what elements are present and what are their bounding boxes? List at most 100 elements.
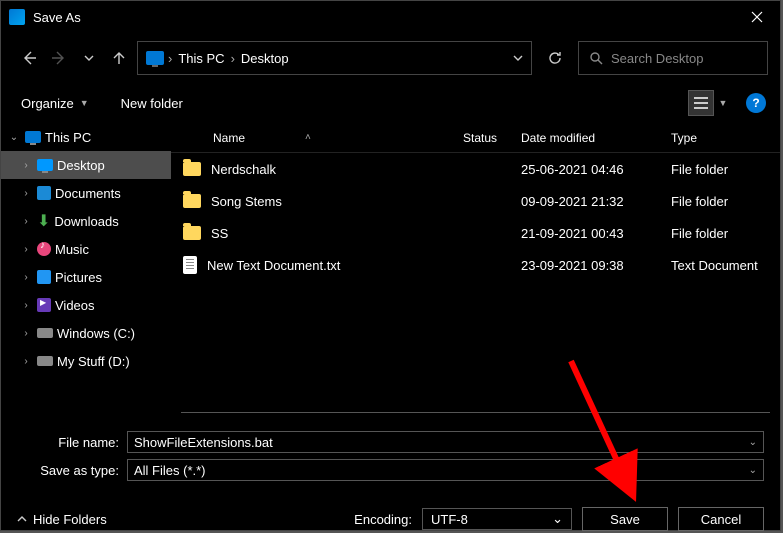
folder-icon	[183, 194, 201, 208]
tree-videos[interactable]: › Videos	[1, 291, 171, 319]
tree-documents[interactable]: › Documents	[1, 179, 171, 207]
file-row[interactable]: Song Stems 09-09-2021 21:32 File folder	[171, 185, 780, 217]
help-button[interactable]: ?	[746, 93, 766, 113]
chevron-down-icon	[84, 53, 94, 63]
file-row[interactable]: Nerdschalk 25-06-2021 04:46 File folder	[171, 153, 780, 185]
this-pc-icon	[146, 51, 164, 65]
file-row[interactable]: New Text Document.txt 23-09-2021 09:38 T…	[171, 249, 780, 281]
forward-button[interactable]	[47, 46, 71, 70]
expand-icon[interactable]: ›	[19, 356, 33, 367]
drive-icon	[37, 328, 53, 338]
search-box[interactable]: Search Desktop	[578, 41, 768, 75]
folder-tree: ⌄ This PC › Desktop › Documents › ⬇ Down…	[1, 123, 171, 421]
file-name: SS	[211, 226, 228, 241]
organize-button[interactable]: Organize ▼	[15, 92, 95, 115]
tree-music[interactable]: › Music	[1, 235, 171, 263]
hide-folders-label: Hide Folders	[33, 512, 107, 527]
column-headers: Name˄ Status Date modified Type	[171, 123, 780, 153]
file-type: Text Document	[649, 258, 780, 273]
expand-icon[interactable]: ›	[19, 244, 33, 255]
cancel-button[interactable]: Cancel	[678, 507, 764, 531]
hide-folders-button[interactable]: Hide Folders	[17, 512, 107, 527]
collapse-icon[interactable]: ⌄	[7, 132, 21, 143]
file-name: Song Stems	[211, 194, 282, 209]
file-date: 21-09-2021 00:43	[499, 226, 649, 241]
chevron-down-icon: ▼	[719, 98, 728, 108]
saveastype-label: Save as type:	[17, 463, 127, 478]
file-type: File folder	[649, 226, 780, 241]
tree-label: Pictures	[55, 270, 102, 285]
file-type: File folder	[649, 194, 780, 209]
search-icon	[589, 51, 603, 65]
up-button[interactable]	[107, 46, 131, 70]
expand-icon[interactable]: ›	[19, 160, 33, 171]
refresh-icon	[547, 50, 563, 66]
videos-icon	[37, 298, 51, 312]
tree-this-pc[interactable]: ⌄ This PC	[1, 123, 171, 151]
tree-label: Documents	[55, 186, 121, 201]
tree-label: Windows (C:)	[57, 326, 135, 341]
text-file-icon	[183, 256, 197, 274]
recent-dropdown[interactable]	[77, 46, 101, 70]
documents-icon	[37, 186, 51, 200]
tree-label: My Stuff (D:)	[57, 354, 130, 369]
scrollbar-track[interactable]	[181, 412, 770, 413]
breadcrumb-this-pc[interactable]: This PC	[176, 51, 226, 66]
chevron-down-icon: ▼	[80, 98, 89, 108]
list-view-icon	[694, 97, 708, 109]
chevron-right-icon: ›	[231, 51, 235, 66]
this-pc-icon	[25, 131, 41, 143]
chevron-down-icon[interactable]: ⌄	[552, 511, 563, 527]
file-date: 09-09-2021 21:32	[499, 194, 649, 209]
filename-combo[interactable]: ⌄	[127, 431, 764, 453]
arrow-up-icon	[111, 50, 127, 66]
saveastype-value: All Files (*.*)	[134, 463, 206, 478]
expand-icon[interactable]: ›	[19, 188, 33, 199]
expand-icon[interactable]: ›	[19, 300, 33, 311]
view-dropdown[interactable]: ▼	[714, 91, 732, 115]
tree-desktop[interactable]: › Desktop	[1, 151, 171, 179]
encoding-combo[interactable]: UTF-8 ⌄	[422, 508, 572, 530]
expand-icon[interactable]: ›	[19, 216, 33, 227]
folder-icon	[183, 226, 201, 240]
save-as-dialog: Save As › This PC › Desktop	[0, 0, 781, 531]
file-date: 23-09-2021 09:38	[499, 258, 649, 273]
nav-row: › This PC › Desktop Search Desktop	[1, 33, 780, 83]
encoding-value: UTF-8	[431, 512, 468, 527]
col-name[interactable]: Name˄	[171, 131, 441, 145]
file-row[interactable]: SS 21-09-2021 00:43 File folder	[171, 217, 780, 249]
file-list: Name˄ Status Date modified Type Nerdscha…	[171, 123, 780, 421]
view-options-button[interactable]	[688, 90, 714, 116]
col-date[interactable]: Date modified	[499, 131, 649, 145]
chevron-right-icon: ›	[168, 51, 172, 66]
address-bar[interactable]: › This PC › Desktop	[137, 41, 532, 75]
breadcrumb-desktop[interactable]: Desktop	[239, 51, 291, 66]
tree-label: Music	[55, 242, 89, 257]
filename-input[interactable]	[134, 435, 749, 450]
tree-drive-c[interactable]: › Windows (C:)	[1, 319, 171, 347]
drive-icon	[37, 356, 53, 366]
tree-label: Downloads	[54, 214, 118, 229]
saveastype-combo[interactable]: All Files (*.*) ⌄	[127, 459, 764, 481]
search-placeholder: Search Desktop	[611, 51, 704, 66]
new-folder-button[interactable]: New folder	[115, 92, 189, 115]
dialog-footer: Hide Folders Encoding: UTF-8 ⌄ Save Canc…	[1, 487, 780, 531]
tree-drive-d[interactable]: › My Stuff (D:)	[1, 347, 171, 375]
chevron-down-icon[interactable]: ⌄	[749, 437, 757, 448]
music-icon	[37, 242, 51, 256]
app-icon	[9, 9, 25, 25]
tree-pictures[interactable]: › Pictures	[1, 263, 171, 291]
chevron-down-icon[interactable]	[513, 53, 523, 63]
close-button[interactable]	[734, 1, 780, 33]
col-status[interactable]: Status	[441, 131, 499, 145]
tree-downloads[interactable]: › ⬇ Downloads	[1, 207, 171, 235]
chevron-up-icon	[17, 514, 27, 524]
tree-label: This PC	[45, 130, 91, 145]
expand-icon[interactable]: ›	[19, 328, 33, 339]
save-button[interactable]: Save	[582, 507, 668, 531]
chevron-down-icon[interactable]: ⌄	[749, 465, 757, 476]
back-button[interactable]	[17, 46, 41, 70]
col-type[interactable]: Type	[649, 131, 780, 145]
expand-icon[interactable]: ›	[19, 272, 33, 283]
refresh-button[interactable]	[538, 41, 572, 75]
